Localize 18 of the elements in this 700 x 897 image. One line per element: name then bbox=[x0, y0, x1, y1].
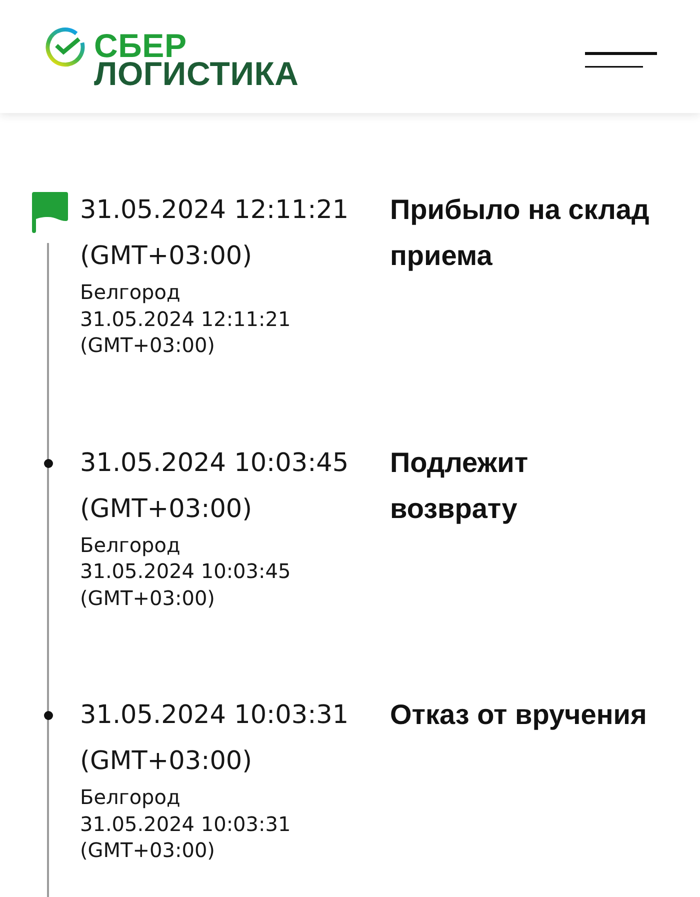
event-city: Белгород bbox=[80, 532, 182, 558]
check-circle-icon bbox=[45, 27, 85, 67]
event-local-datetime: 31.05.2024 10:03:45 (GMT+03:00) bbox=[80, 558, 292, 611]
logo-product-text: ЛОГИСТИКА bbox=[94, 60, 299, 88]
event-datetime: 31.05.2024 12:11:21 (GMT+03:00) bbox=[80, 194, 350, 273]
event-datetime: 31.05.2024 10:03:31 (GMT+03:00) bbox=[80, 699, 350, 778]
timeline-dot-icon bbox=[44, 711, 53, 720]
flag-icon bbox=[32, 192, 68, 233]
event-datetime: 31.05.2024 10:03:45 (GMT+03:00) bbox=[80, 446, 350, 526]
event-city: Белгород bbox=[80, 784, 182, 810]
event-local-datetime: 31.05.2024 10:03:31 (GMT+03:00) bbox=[80, 810, 292, 864]
event-status: Отказ от вручения bbox=[390, 698, 648, 732]
logo-brand-text: СБЕР bbox=[94, 32, 187, 60]
event-city: Белгород bbox=[80, 279, 182, 306]
timeline-dot-icon bbox=[44, 458, 53, 468]
event-local-datetime: 31.05.2024 12:11:21 (GMT+03:00) bbox=[80, 306, 292, 358]
event-status: Подлежит возврату bbox=[390, 446, 530, 526]
event-status: Прибыло на склад приема bbox=[390, 193, 650, 273]
